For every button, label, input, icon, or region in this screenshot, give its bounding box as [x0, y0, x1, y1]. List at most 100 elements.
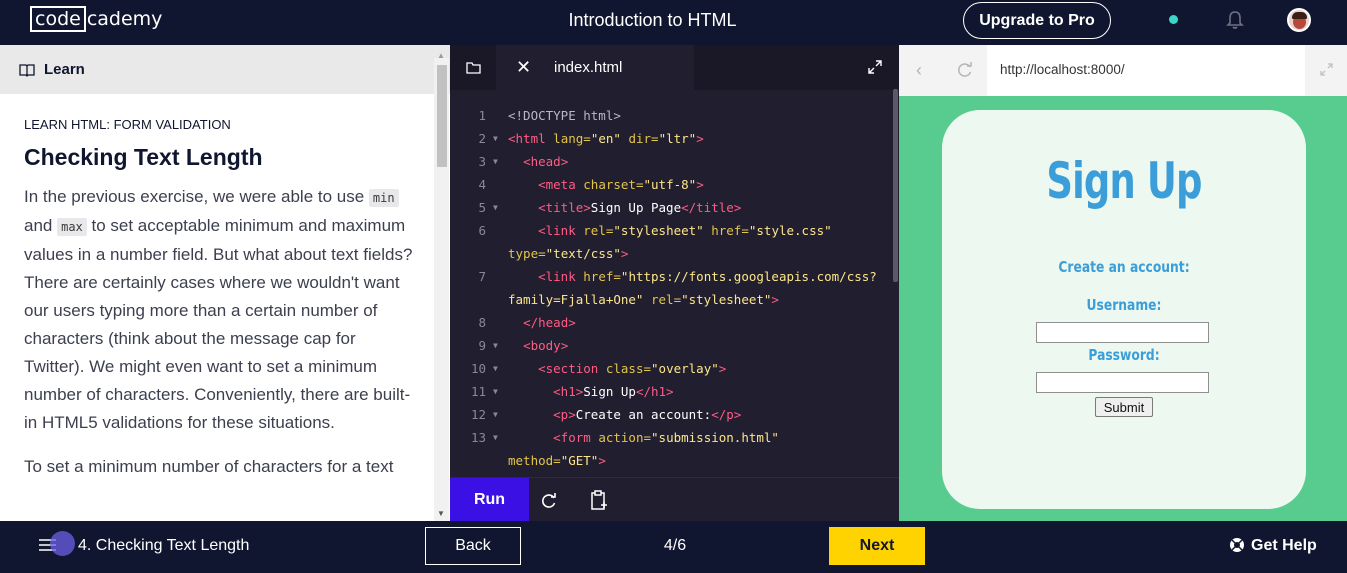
code-text: method="GET">: [508, 453, 606, 468]
code-text: <link rel="stylesheet" href="style.css": [538, 223, 832, 238]
code-area[interactable]: 1 <!DOCTYPE html> 2 ▼ <html lang="en" dir="l…: [450, 104, 899, 477]
signup-subheading: Create an account:: [1058, 258, 1190, 276]
code-text: <link href="https://fonts.googleapis.com…: [538, 269, 877, 284]
line-number: 5: [478, 200, 486, 215]
fold-arrow-icon[interactable]: ▼: [493, 150, 498, 173]
para1-text-b: to set acceptable minimum and maximum va…: [24, 216, 413, 432]
help-lifebuoy-icon[interactable]: [1229, 537, 1245, 553]
line-number: 1: [478, 108, 486, 123]
code-line[interactable]: 2 ▼ <html lang="en" dir="ltr">: [450, 127, 895, 150]
code-line[interactable]: 11 ▼ <h1>Sign Up</h1>: [450, 380, 895, 403]
fold-arrow-icon[interactable]: ▼: [493, 357, 498, 380]
top-navbar: code cademy Introduction to HTML Upgrade…: [0, 0, 1347, 45]
editor-scrollbar-thumb[interactable]: [893, 89, 898, 282]
scroll-down-arrow-icon[interactable]: ▼: [437, 509, 445, 518]
line-number: 7: [478, 269, 486, 284]
code-line[interactable]: 5 ▼ <title>Sign Up Page</title>: [450, 196, 895, 219]
code-max: max: [57, 218, 87, 236]
learn-panel: Learn LEARN HTML: FORM VALIDATION Checki…: [0, 45, 450, 521]
tab-filename: index.html: [554, 59, 623, 76]
code-line[interactable]: 9 ▼ <body>: [450, 334, 895, 357]
code-editor: ✕ index.html 1 <!DOCTYPE html> 2 ▼ <html lan…: [450, 45, 899, 522]
next-button[interactable]: Next: [829, 527, 925, 565]
current-lesson-name[interactable]: 4. Checking Text Length: [78, 537, 249, 555]
code-text: <html lang="en" dir="ltr">: [508, 131, 704, 146]
url-field[interactable]: http://localhost:8000/: [987, 45, 1305, 96]
code-text: <title>Sign Up Page</title>: [538, 200, 742, 215]
code-line[interactable]: type="text/css">: [450, 242, 895, 265]
fold-arrow-icon[interactable]: ▼: [493, 403, 498, 426]
back-button[interactable]: Back: [425, 527, 521, 565]
expand-icon[interactable]: [868, 60, 882, 74]
password-label: Password:: [1088, 346, 1160, 364]
code-text: type="text/css">: [508, 246, 629, 261]
code-text: <body>: [523, 338, 569, 353]
scroll-up-arrow-icon[interactable]: ▲: [437, 51, 445, 60]
code-text: </head>: [523, 315, 576, 330]
line-number: 13: [470, 430, 486, 445]
line-number: 12: [470, 407, 486, 422]
fold-arrow-icon[interactable]: ▼: [493, 127, 498, 150]
fold-arrow-icon[interactable]: ▼: [493, 334, 498, 357]
lesson-progress: 4/6: [663, 537, 687, 554]
user-avatar[interactable]: [1287, 8, 1311, 32]
code-line[interactable]: 1 <!DOCTYPE html>: [450, 104, 895, 127]
code-line[interactable]: 4 <meta charset="utf-8">: [450, 173, 895, 196]
signup-heading: Sign Up: [1046, 152, 1202, 210]
folder-icon[interactable]: [466, 61, 481, 74]
code-text: <p>Create an account:</p>: [553, 407, 742, 422]
lesson-content: LEARN HTML: FORM VALIDATION Checking Tex…: [24, 117, 416, 481]
book-icon: [19, 63, 35, 77]
signup-overlay: Sign Up Create an account: Username: Pas…: [942, 110, 1306, 509]
bell-icon[interactable]: [1224, 9, 1246, 31]
code-line[interactable]: 10 ▼ <section class="overlay">: [450, 357, 895, 380]
upgrade-to-pro-button[interactable]: Upgrade to Pro: [963, 2, 1111, 39]
browser-preview: ‹ http://localhost:8000/ Sign Up Create …: [899, 45, 1347, 521]
line-number: 9: [478, 338, 486, 353]
avatar-hair: [1292, 12, 1307, 19]
get-help-button[interactable]: Get Help: [1251, 537, 1317, 555]
code-line[interactable]: family=Fjalla+One" rel="stylesheet">: [450, 288, 895, 311]
reload-icon[interactable]: [957, 62, 973, 78]
browser-toolbar: ‹ http://localhost:8000/: [899, 45, 1347, 96]
code-text: <!DOCTYPE html>: [508, 108, 621, 123]
browser-expand-icon[interactable]: [1320, 63, 1333, 76]
para1-text-and: and: [24, 216, 58, 235]
lesson-paragraph-1: In the previous exercise, we were able t…: [24, 183, 416, 437]
code-text: <h1>Sign Up</h1>: [553, 384, 674, 399]
password-input[interactable]: [1036, 372, 1209, 393]
close-icon[interactable]: ✕: [516, 57, 531, 78]
learn-scrollbar-thumb[interactable]: [437, 65, 447, 167]
line-number: 10: [470, 361, 486, 376]
code-line[interactable]: 12 ▼ <p>Create an account:</p>: [450, 403, 895, 426]
tab-index-html[interactable]: ✕ index.html: [496, 45, 694, 90]
code-line[interactable]: 3 ▼ <head>: [450, 150, 895, 173]
lesson-title: Checking Text Length: [24, 144, 263, 170]
line-number: 11: [470, 384, 486, 399]
run-button[interactable]: Run: [450, 478, 529, 522]
username-label: Username:: [1086, 296, 1162, 314]
clipboard-icon[interactable]: [590, 490, 608, 511]
code-text: <head>: [523, 154, 569, 169]
code-text: family=Fjalla+One" rel="stylesheet">: [508, 292, 779, 307]
code-line[interactable]: method="GET">: [450, 449, 895, 472]
back-icon[interactable]: ‹: [916, 60, 922, 81]
lesson-paragraph-2: To set a minimum number of characters fo…: [24, 457, 394, 476]
code-line[interactable]: 13 ▼ <form action="submission.html": [450, 426, 895, 449]
code-line[interactable]: 8 </head>: [450, 311, 895, 334]
refresh-icon[interactable]: [540, 492, 558, 510]
fold-arrow-icon[interactable]: ▼: [493, 196, 498, 219]
learn-tab-label[interactable]: Learn: [44, 61, 85, 78]
line-number: 4: [478, 177, 486, 192]
url-text: http://localhost:8000/: [1000, 62, 1125, 77]
fold-arrow-icon[interactable]: ▼: [493, 426, 498, 449]
learn-header: Learn: [0, 45, 450, 94]
fold-arrow-icon[interactable]: ▼: [493, 380, 498, 403]
line-number: 2: [478, 131, 486, 146]
lesson-kicker: LEARN HTML: FORM VALIDATION: [24, 117, 231, 132]
submit-button[interactable]: Submit: [1095, 397, 1153, 417]
line-number: 8: [478, 315, 486, 330]
code-line[interactable]: 7 <link href="https://fonts.googleapis.c…: [450, 265, 895, 288]
code-line[interactable]: 6 <link rel="stylesheet" href="style.css…: [450, 219, 895, 242]
username-input[interactable]: [1036, 322, 1209, 343]
